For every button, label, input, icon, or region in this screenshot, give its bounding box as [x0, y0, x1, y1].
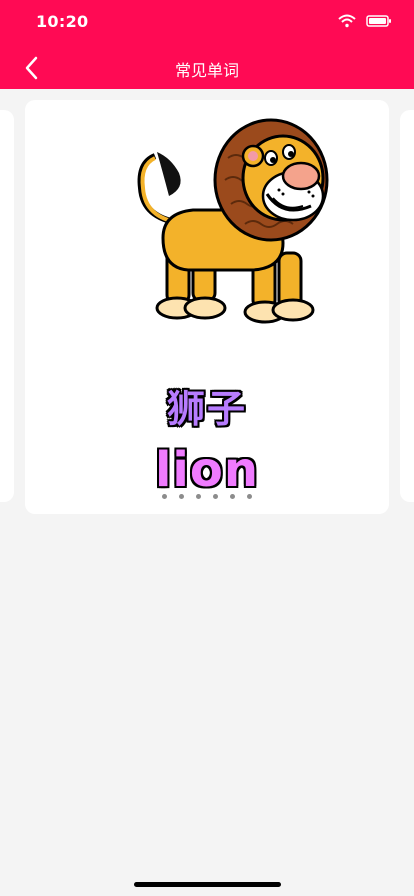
wifi-icon [338, 14, 356, 28]
lion-illustration [133, 118, 338, 328]
previous-card[interactable] [0, 110, 14, 502]
app-header: 10:20 常见单词 [0, 0, 414, 89]
page-dot[interactable] [162, 494, 167, 499]
status-icons [338, 14, 392, 28]
page-dot[interactable] [179, 494, 184, 499]
page-dot[interactable] [230, 494, 235, 499]
status-time: 10:20 [36, 12, 89, 31]
page-dot[interactable] [213, 494, 218, 499]
word-chinese: 狮子 [166, 387, 247, 431]
battery-icon [366, 14, 392, 28]
page-title: 常见单词 [174, 61, 239, 80]
page-dot[interactable] [247, 494, 252, 499]
word-card[interactable]: 狮子 lion [25, 100, 389, 514]
word-english: lion [154, 442, 260, 498]
word-card-carousel[interactable]: 狮子 lion [0, 100, 414, 514]
next-card[interactable] [400, 110, 414, 502]
page-dot-active[interactable] [196, 494, 201, 499]
home-indicator[interactable] [134, 882, 281, 887]
page-indicator [25, 494, 389, 499]
